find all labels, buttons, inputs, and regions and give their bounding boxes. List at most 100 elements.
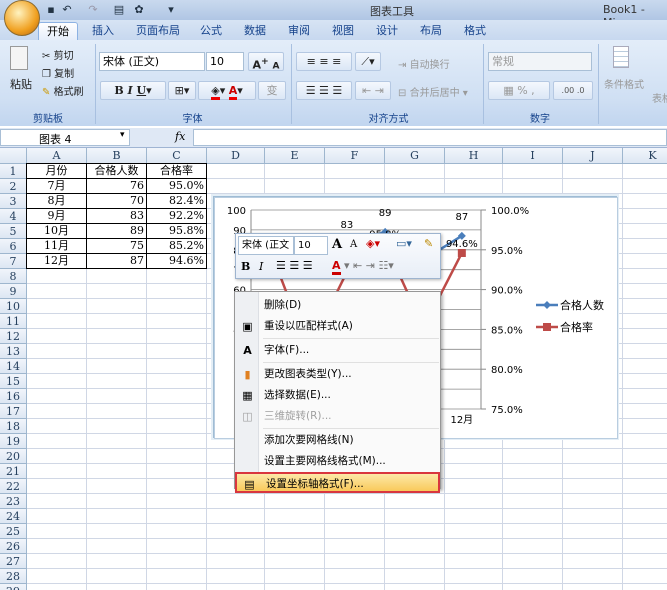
format-painter-icon[interactable]: ✎ [424,237,433,250]
tab-layout[interactable]: 布局 [412,22,450,40]
cell-A8[interactable] [27,269,87,284]
cell-K16[interactable] [623,389,667,404]
row-header-6[interactable]: 6 [0,239,27,254]
cell-C4[interactable]: 92.2% [146,208,207,224]
cell-C27[interactable] [147,554,207,569]
cell-F25[interactable] [325,524,385,539]
cell-C18[interactable] [147,419,207,434]
cell-H29[interactable] [445,584,503,590]
tab-view[interactable]: 视图 [324,22,362,40]
cell-G24[interactable] [385,509,445,524]
row-header-1[interactable]: 1 [0,164,27,179]
cell-E24[interactable] [265,509,325,524]
row-header-26[interactable]: 26 [0,539,27,554]
cell-B4[interactable]: 83 [86,208,147,224]
number-format-select[interactable]: 常规 [488,52,592,71]
cell-H2[interactable] [445,179,503,194]
cell-D25[interactable] [207,524,265,539]
fill-and-font-color-icon[interactable]: ◈▾ A▾ [198,81,256,100]
row-header-2[interactable]: 2 [0,179,27,194]
merge-center-button[interactable]: ⊟ 合并后居中 ▾ [398,84,468,99]
format-as-table-button[interactable]: 表格 [652,90,667,105]
cell-J25[interactable] [563,524,623,539]
cell-I24[interactable] [503,509,563,524]
cell-H22[interactable] [445,479,503,494]
row-header-28[interactable]: 28 [0,569,27,584]
cell-F24[interactable] [325,509,385,524]
cell-K2[interactable] [623,179,667,194]
mini-shrink-font[interactable]: A [350,239,357,250]
column-header-K[interactable]: K [623,148,667,164]
cell-K12[interactable] [623,329,667,344]
cell-H26[interactable] [445,539,503,554]
row-header-9[interactable]: 9 [0,284,27,299]
cell-A7[interactable]: 12月 [26,253,87,269]
cell-K25[interactable] [623,524,667,539]
cell-B25[interactable] [87,524,147,539]
cell-K20[interactable] [623,449,667,464]
row-header-8[interactable]: 8 [0,269,27,284]
cell-C20[interactable] [147,449,207,464]
cell-B26[interactable] [87,539,147,554]
cell-C16[interactable] [147,389,207,404]
cell-D24[interactable] [207,509,265,524]
column-header-I[interactable]: I [503,148,563,164]
cell-A24[interactable] [27,509,87,524]
font-name-select[interactable]: 宋体 (正文) [99,52,205,71]
cell-B28[interactable] [87,569,147,584]
cell-H21[interactable] [445,464,503,479]
cell-G28[interactable] [385,569,445,584]
cell-D2[interactable] [207,179,265,194]
cell-K1[interactable] [623,164,667,179]
cell-B10[interactable] [87,299,147,314]
column-header-C[interactable]: C [147,148,207,164]
cell-C28[interactable] [147,569,207,584]
border-icon[interactable]: ⊞▾ [168,81,196,100]
conditional-format-button[interactable]: 条件格式 [604,76,644,91]
cell-C7[interactable]: 94.6% [146,253,207,269]
cell-G27[interactable] [385,554,445,569]
cell-C12[interactable] [147,329,207,344]
cell-F27[interactable] [325,554,385,569]
cell-C5[interactable]: 95.8% [146,223,207,239]
cell-C17[interactable] [147,404,207,419]
cell-J21[interactable] [563,464,623,479]
cell-F26[interactable] [325,539,385,554]
cell-B2[interactable]: 76 [86,178,147,194]
row-header-15[interactable]: 15 [0,374,27,389]
cell-A19[interactable] [27,434,87,449]
cell-D23[interactable] [207,494,265,509]
mini-italic[interactable]: I [259,260,263,273]
cell-A6[interactable]: 11月 [26,238,87,254]
cell-K13[interactable] [623,344,667,359]
cell-C15[interactable] [147,374,207,389]
cell-I25[interactable] [503,524,563,539]
cell-G26[interactable] [385,539,445,554]
accounting-percent-comma[interactable]: ▦ % , [488,81,550,100]
cell-B3[interactable]: 70 [86,193,147,209]
cell-A10[interactable] [27,299,87,314]
cell-E26[interactable] [265,539,325,554]
cell-B13[interactable] [87,344,147,359]
function-icon[interactable]: fx [175,130,185,143]
cell-E23[interactable] [265,494,325,509]
menu-item-7[interactable]: 设置主要网格线格式(M)... [235,451,440,472]
tab-review[interactable]: 审阅 [280,22,318,40]
cell-E2[interactable] [265,179,325,194]
cell-A14[interactable] [27,359,87,374]
tab-insert[interactable]: 插入 [84,22,122,40]
row-header-14[interactable]: 14 [0,359,27,374]
cell-A15[interactable] [27,374,87,389]
menu-item-2[interactable]: A 字体(F)... [235,340,440,361]
cell-I1[interactable] [503,164,563,179]
cell-B23[interactable] [87,494,147,509]
row-header-5[interactable]: 5 [0,224,27,239]
bold-italic-underline-buttons[interactable]: B I U▾ [100,81,166,100]
row-header-19[interactable]: 19 [0,434,27,449]
cell-E29[interactable] [265,584,325,590]
cell-K10[interactable] [623,299,667,314]
save-icon[interactable]: ▪ [44,3,58,16]
cell-C1[interactable]: 合格率 [146,163,207,179]
cell-B24[interactable] [87,509,147,524]
tab-format[interactable]: 格式 [456,22,494,40]
